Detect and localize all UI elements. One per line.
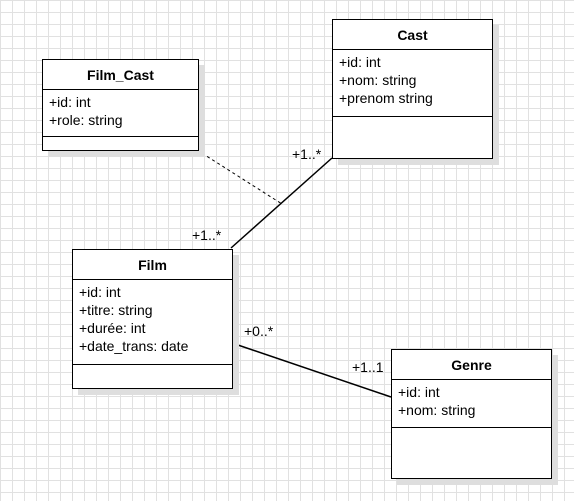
- multiplicity-cast-end: +1..*: [292, 146, 322, 162]
- attribute: +durée: int: [79, 320, 146, 336]
- attribute: +titre: string: [79, 302, 153, 318]
- class-cast[interactable]: Cast +id: int +nom: string +prenom strin…: [332, 19, 493, 159]
- attribute: +prenom string: [339, 90, 433, 106]
- attribute: +id: int: [339, 54, 381, 70]
- attribute: +id: int: [49, 94, 91, 110]
- class-genre[interactable]: Genre +id: int +nom: string: [391, 349, 552, 479]
- attribute-section: +id: int +role: string: [43, 90, 198, 137]
- film-cast-association-line: [230, 157, 333, 249]
- attribute: +role: string: [49, 112, 123, 128]
- attribute: +date_trans: date: [79, 338, 189, 354]
- attribute: +id: int: [79, 284, 121, 300]
- class-film-cast[interactable]: Film_Cast +id: int +role: string: [42, 59, 199, 151]
- multiplicity-genre-end: +1..1: [352, 359, 384, 375]
- attribute: +id: int: [398, 384, 440, 400]
- class-name: Genre: [392, 350, 551, 380]
- attribute-section: +id: int +nom: string: [392, 380, 551, 428]
- class-film[interactable]: Film +id: int +titre: string +durée: int…: [72, 249, 233, 389]
- class-name: Cast: [333, 20, 492, 50]
- attribute-section: +id: int +titre: string +durée: int +dat…: [73, 280, 232, 365]
- class-name: Film: [73, 250, 232, 280]
- attribute-section: +id: int +nom: string +prenom string: [333, 50, 492, 117]
- attribute: +nom: string: [339, 72, 417, 88]
- class-name: Film_Cast: [43, 60, 198, 90]
- multiplicity-film-cast-end: +1..*: [192, 227, 222, 243]
- multiplicity-film-genre-end: +0..*: [244, 323, 274, 339]
- association-class-dashed-link: [196, 149, 283, 205]
- attribute: +nom: string: [398, 402, 476, 418]
